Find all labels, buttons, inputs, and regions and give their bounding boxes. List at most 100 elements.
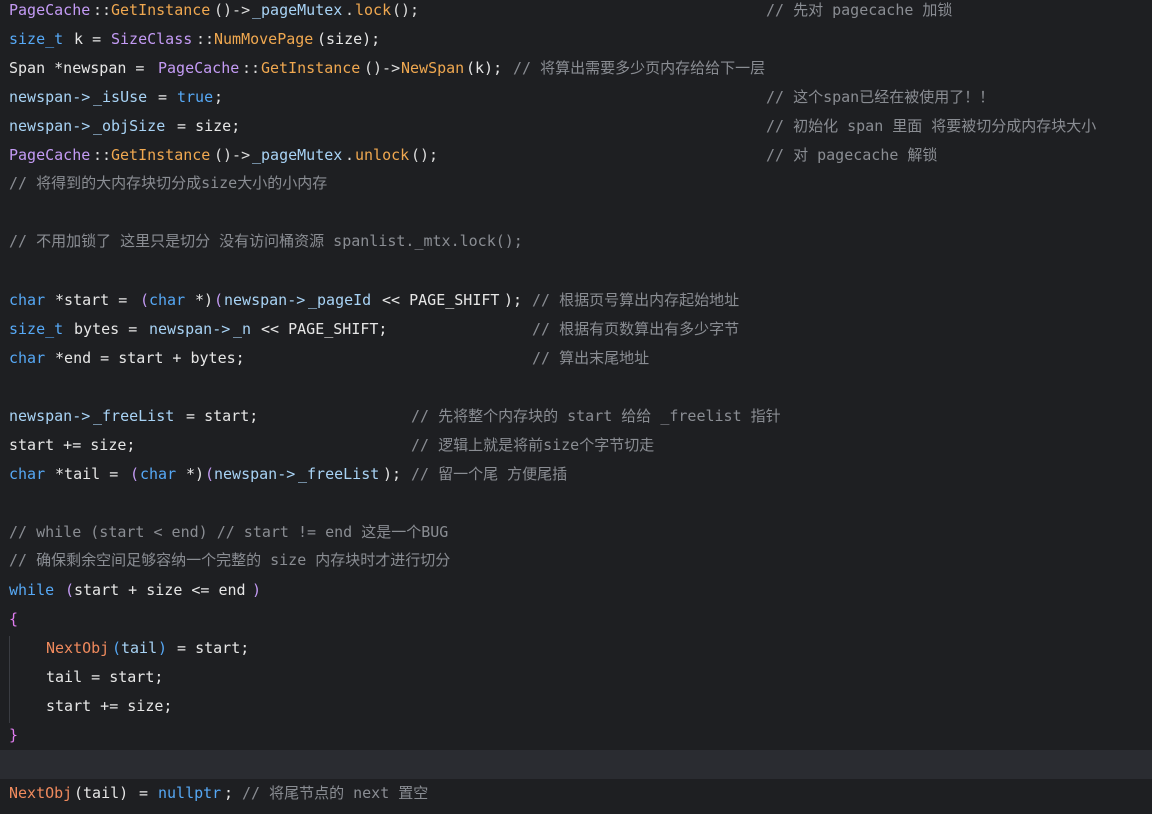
token: = start; [177, 407, 259, 425]
comment: // 不用加锁了 这里只是切分 没有访问桶资源 spanlist._mtx.lo… [9, 232, 523, 250]
code-line-22[interactable]: { [0, 605, 1152, 634]
code-line-9[interactable]: // 不用加锁了 这里只是切分 没有访问桶资源 spanlist._mtx.lo… [0, 227, 1152, 256]
code-line-6[interactable]: PageCache :: GetInstance ()-> _pageMutex… [0, 141, 1152, 170]
token: ( [214, 291, 224, 309]
token: ( [65, 581, 75, 599]
token: _pageMutex [252, 146, 343, 164]
code-line-16[interactable]: start += size; // 逻辑上就是将前size个字节切走 [0, 431, 1152, 460]
comment: // 对 pagecache 解锁 [766, 146, 938, 164]
comment: // 初始化 span 里面 将要被切分成内存块大小 [766, 117, 1097, 135]
code-line-13[interactable]: char *end = start + bytes; // 算出末尾地址 [0, 344, 1152, 373]
code-line-3[interactable]: Span *newspan = PageCache :: GetInstance… [0, 54, 1152, 83]
token: ( [112, 639, 122, 657]
code-line-1[interactable]: PageCache :: GetInstance ()-> _pageMutex… [0, 0, 1152, 25]
token: _objSize [93, 117, 166, 135]
token: ; [224, 784, 234, 802]
token: GetInstance [261, 59, 361, 77]
token: _n [233, 320, 252, 338]
token: bytes = [65, 320, 147, 338]
token: lock [355, 1, 392, 19]
code-line-25[interactable]: start += size; [0, 692, 1152, 721]
token: . [345, 146, 355, 164]
comment: // 根据有页数算出有多少字节 [532, 320, 740, 338]
comment: // 先将整个内存块的 start 给给 _freelist 指针 [411, 407, 781, 425]
token: Span *newspan = [9, 59, 154, 77]
token: newspan-> [9, 407, 91, 425]
token: _isUse [93, 88, 148, 106]
token: newspan-> [9, 117, 91, 135]
code-line-5[interactable]: newspan-> _objSize = size; // 初始化 span 里… [0, 112, 1152, 141]
token: _freeList [298, 465, 380, 483]
token: (k); [466, 59, 503, 77]
token: ()-> [364, 59, 401, 77]
token: char [9, 291, 46, 309]
code-line-7[interactable]: // 将得到的大内存块切分成size大小的小内存 [0, 169, 1152, 198]
comment: // 这个span已经在被使用了！！ [766, 88, 995, 106]
token: NewSpan [401, 59, 465, 77]
token: nullptr [158, 784, 222, 802]
token: GetInstance [111, 146, 211, 164]
token: char [140, 465, 177, 483]
token: size_t [9, 30, 64, 48]
token: unlock [355, 146, 410, 164]
comment: // while (start < end) // start != end 这… [9, 523, 449, 541]
token: GetInstance [111, 1, 211, 19]
code-line-24[interactable]: tail = start; [0, 663, 1152, 692]
token: ; [214, 88, 224, 106]
token: (tail) [74, 784, 129, 802]
token: NumMovePage [214, 30, 314, 48]
token: (size); [317, 30, 381, 48]
token: *) [177, 465, 205, 483]
token: newspan-> [214, 465, 296, 483]
token: ); [383, 465, 402, 483]
token: char [9, 465, 46, 483]
code-line-12[interactable]: size_t bytes = newspan-> _n << PAGE_SHIF… [0, 315, 1152, 344]
code-line-11[interactable]: char *start = ( char *) ( newspan-> _pag… [0, 286, 1152, 315]
token: true [177, 88, 214, 106]
token: newspan-> [149, 320, 231, 338]
comment: // 算出末尾地址 [532, 349, 650, 367]
token: char [149, 291, 186, 309]
token: start += size; [46, 697, 173, 715]
token: *) [186, 291, 214, 309]
token: ( [130, 465, 140, 483]
token: ( [205, 465, 215, 483]
token: ( [140, 291, 150, 309]
code-line-26[interactable]: } [0, 721, 1152, 750]
code-line-28[interactable]: NextObj (tail) = nullptr ; // 将尾节点的 next… [0, 779, 1152, 808]
comment: // 先对 pagecache 加锁 [766, 1, 953, 19]
comment: // 将算出需要多少页内存给给下一层 [513, 59, 766, 77]
token: ()-> [214, 1, 251, 19]
token: start + size <= end [74, 581, 246, 599]
comment: // 将得到的大内存块切分成size大小的小内存 [9, 174, 328, 192]
token: :: [242, 59, 261, 77]
token: << PAGE_SHIFT; [252, 320, 388, 338]
token: = [149, 88, 177, 106]
token: PageCache [9, 1, 91, 19]
token: *tail = [46, 465, 128, 483]
comment: // 确保剩余空间足够容纳一个完整的 size 内存块时才进行切分 [9, 551, 451, 569]
token: ) [158, 639, 168, 657]
token: { [9, 610, 19, 628]
token: PageCache [158, 59, 240, 77]
code-line-21[interactable]: while ( start + size <= end ) [0, 576, 1152, 605]
token: *start = [46, 291, 137, 309]
code-line-17[interactable]: char *tail = ( char *) ( newspan-> _free… [0, 460, 1152, 489]
current-line-highlight[interactable] [0, 750, 1152, 779]
code-line-4[interactable]: newspan-> _isUse = true ; // 这个span已经在被使… [0, 83, 1152, 112]
code-line-15[interactable]: newspan-> _freeList = start; // 先将整个内存块的… [0, 402, 1152, 431]
token: NextObj [9, 784, 73, 802]
code-line-2[interactable]: size_t k = SizeClass :: NumMovePage (siz… [0, 25, 1152, 54]
token: ()-> [214, 146, 251, 164]
token: newspan-> [9, 88, 91, 106]
comment: // 根据页号算出内存起始地址 [532, 291, 740, 309]
code-line-19[interactable]: // while (start < end) // start != end 这… [0, 518, 1152, 547]
token: :: [93, 146, 112, 164]
code-editor[interactable]: PageCache :: GetInstance ()-> _pageMutex… [0, 0, 1152, 814]
token: size_t [9, 320, 64, 338]
token: :: [93, 1, 112, 19]
token: } [9, 726, 19, 744]
code-line-20[interactable]: // 确保剩余空间足够容纳一个完整的 size 内存块时才进行切分 [0, 546, 1152, 575]
code-line-23[interactable]: NextObj ( tail ) = start; [0, 634, 1152, 663]
